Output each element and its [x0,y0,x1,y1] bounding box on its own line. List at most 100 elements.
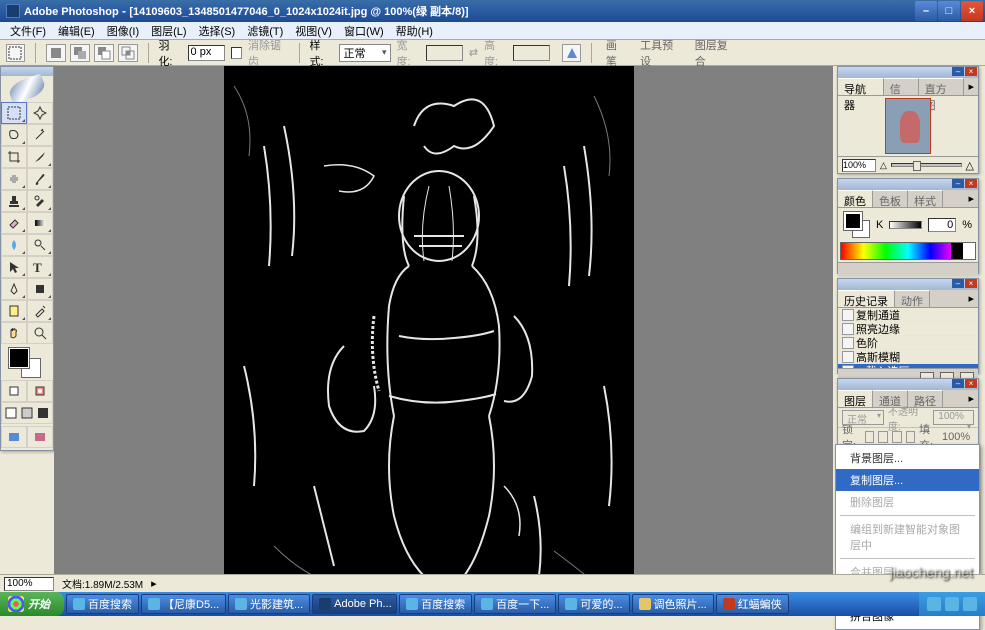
ctx-delete[interactable]: 删除图层 [836,491,979,513]
zoom-in-icon[interactable]: △ [966,159,974,172]
tab-layers[interactable]: 图层 [838,390,873,407]
pen-tool[interactable] [1,278,27,300]
panel-min-icon[interactable]: – [952,67,964,76]
task-item[interactable]: 可爱的... [558,594,629,614]
task-item[interactable]: 光影建筑... [228,594,310,614]
lock-move-icon[interactable] [892,431,902,443]
tab-history[interactable]: 历史记录 [838,290,895,307]
style-dropdown[interactable]: 正常 [339,44,391,62]
close-button[interactable]: × [961,1,983,21]
tab-info[interactable]: 信息 [884,78,919,95]
lasso-tool[interactable] [1,124,27,146]
start-button[interactable]: 开始 [0,592,64,616]
blend-mode-dropdown[interactable]: 正常 [842,410,884,425]
jump-to-imageready-icon[interactable] [27,426,53,448]
ctx-bglayer[interactable]: 背景图层... [836,447,979,469]
zoom-tool[interactable] [27,322,53,344]
task-item[interactable]: 百度一下... [474,594,556,614]
heal-tool[interactable] [1,168,27,190]
opacity-input[interactable]: 100% [933,410,974,425]
marquee-tool[interactable] [1,102,27,124]
panel-min-icon[interactable]: – [952,179,964,188]
selection-subtract-icon[interactable] [94,44,114,62]
eraser-tool[interactable] [1,212,27,234]
task-item[interactable]: 红蝠蝙侠 [716,594,789,614]
panel-menu-icon[interactable]: ▸ [964,390,978,407]
panel-close-icon[interactable]: × [965,179,977,188]
history-brush-tool[interactable] [27,190,53,212]
move-tool[interactable] [27,102,53,124]
tab-styles[interactable]: 样式 [908,190,943,207]
gradient-tool[interactable] [27,212,53,234]
screen-mode-icons[interactable] [1,402,53,424]
system-tray[interactable] [919,592,985,616]
tray-icon[interactable] [945,597,959,611]
panel-min-icon[interactable]: – [952,279,964,288]
menu-image[interactable]: 图像(I) [101,22,145,40]
antialias-checkbox[interactable] [231,47,242,59]
lock-trans-icon[interactable] [865,431,875,443]
nav-zoom-input[interactable] [842,159,876,172]
quickmask-mode-icon[interactable] [27,380,53,402]
fill-input[interactable]: 100% [942,431,974,443]
panel-menu-icon[interactable]: ▸ [964,78,978,95]
zoom-slider[interactable] [891,163,962,167]
status-arrow-icon[interactable]: ▸ [151,577,157,590]
crop-tool[interactable] [1,146,27,168]
tab-swatches[interactable]: 色板 [873,190,908,207]
wand-tool[interactable] [27,124,53,146]
panel-close-icon[interactable]: × [965,379,977,388]
palette-well-icon[interactable] [562,44,581,62]
minimize-button[interactable]: – [915,1,937,21]
spectrum-ramp[interactable] [840,242,976,260]
lock-all-icon[interactable] [906,431,916,443]
notes-tool[interactable] [1,300,27,322]
task-item[interactable]: 调色照片... [632,594,714,614]
brush-tool[interactable] [27,168,53,190]
ctx-duplicate[interactable]: 复制图层... [836,469,979,491]
type-tool[interactable]: T [27,256,53,278]
menu-file[interactable]: 文件(F) [4,22,52,40]
blur-tool[interactable] [1,234,27,256]
panel-close-icon[interactable]: × [965,67,977,76]
hand-tool[interactable] [1,322,27,344]
color-swatches[interactable] [844,212,870,238]
tab-histogram[interactable]: 直方图 [919,78,965,95]
status-zoom-input[interactable]: 100% [4,577,54,591]
stamp-tool[interactable] [1,190,27,212]
navigator-preview[interactable] [838,96,978,156]
panel-menu-icon[interactable]: ▸ [964,290,978,307]
task-item[interactable]: 百度搜索 [66,594,139,614]
panel-close-icon[interactable]: × [965,279,977,288]
panel-min-icon[interactable]: – [952,379,964,388]
fg-color-swatch[interactable] [9,348,29,368]
menu-select[interactable]: 选择(S) [193,22,242,40]
task-item[interactable]: 【尼康D5... [141,594,226,614]
panel-menu-icon[interactable]: ▸ [964,190,978,207]
selection-new-icon[interactable] [46,44,66,62]
dodge-tool[interactable] [27,234,53,256]
selection-add-icon[interactable] [70,44,90,62]
selection-intersect-icon[interactable] [118,44,138,62]
shape-tool[interactable] [27,278,53,300]
tab-actions[interactable]: 动作 [895,290,930,307]
path-select-tool[interactable] [1,256,27,278]
canvas-area[interactable] [54,66,833,586]
slice-tool[interactable] [27,146,53,168]
lock-paint-icon[interactable] [878,431,888,443]
tray-icon[interactable] [963,597,977,611]
task-item[interactable]: 百度搜索 [399,594,472,614]
k-value-input[interactable]: 0 [928,218,956,232]
edit-in-standard-icon[interactable] [1,426,27,448]
tray-icon[interactable] [927,597,941,611]
menu-window[interactable]: 窗口(W) [338,22,390,40]
zoom-out-icon[interactable]: △ [880,160,887,171]
toolbox-titlebar[interactable] [1,67,53,76]
ctx-smartobj[interactable]: 编组到新建智能对象图层中 [836,518,979,556]
maximize-button[interactable]: □ [938,1,960,21]
current-tool-icon[interactable] [6,44,25,62]
feather-input[interactable]: 0 px [188,45,225,61]
k-slider[interactable] [889,221,922,229]
eyedropper-tool[interactable] [27,300,53,322]
history-item[interactable]: ▸ 载入选区 [838,364,978,368]
